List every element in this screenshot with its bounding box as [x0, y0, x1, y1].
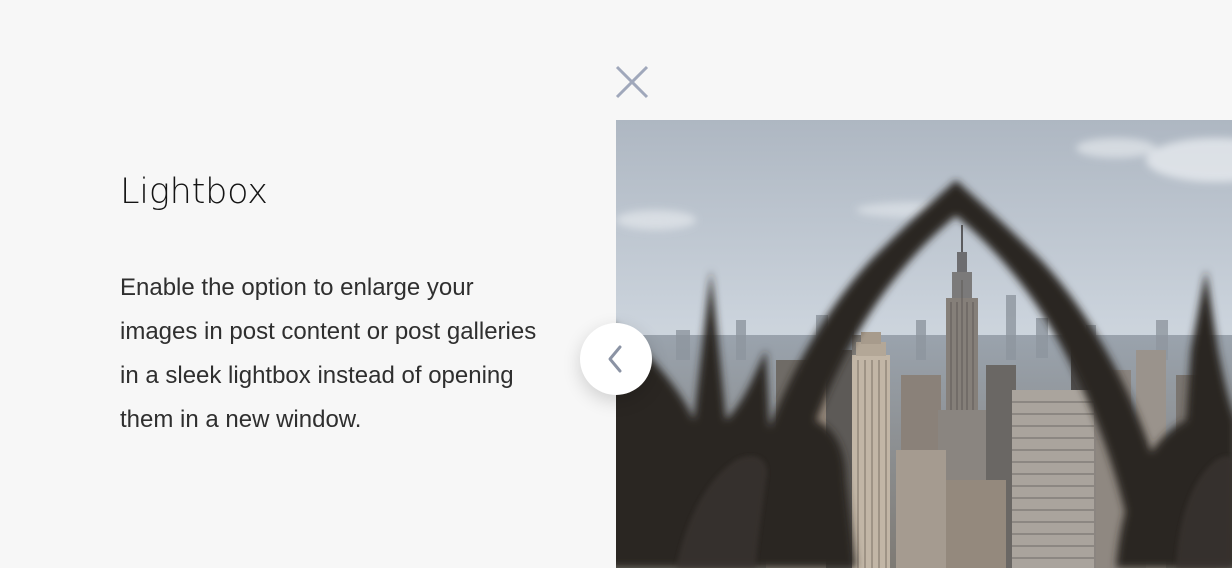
lightbox-feature-page: Lightbox Enable the option to enlarge yo…	[0, 0, 1232, 568]
lightbox-close-button[interactable]	[610, 60, 654, 104]
feature-title: Lightbox	[120, 172, 268, 212]
lightbox-prev-button[interactable]	[580, 323, 652, 395]
lightbox-image[interactable]	[616, 120, 1232, 568]
feature-description: Enable the option to enlarge your images…	[120, 274, 537, 433]
close-icon	[615, 65, 649, 99]
city-skyline-photo	[616, 120, 1232, 568]
chevron-left-icon	[608, 345, 622, 373]
